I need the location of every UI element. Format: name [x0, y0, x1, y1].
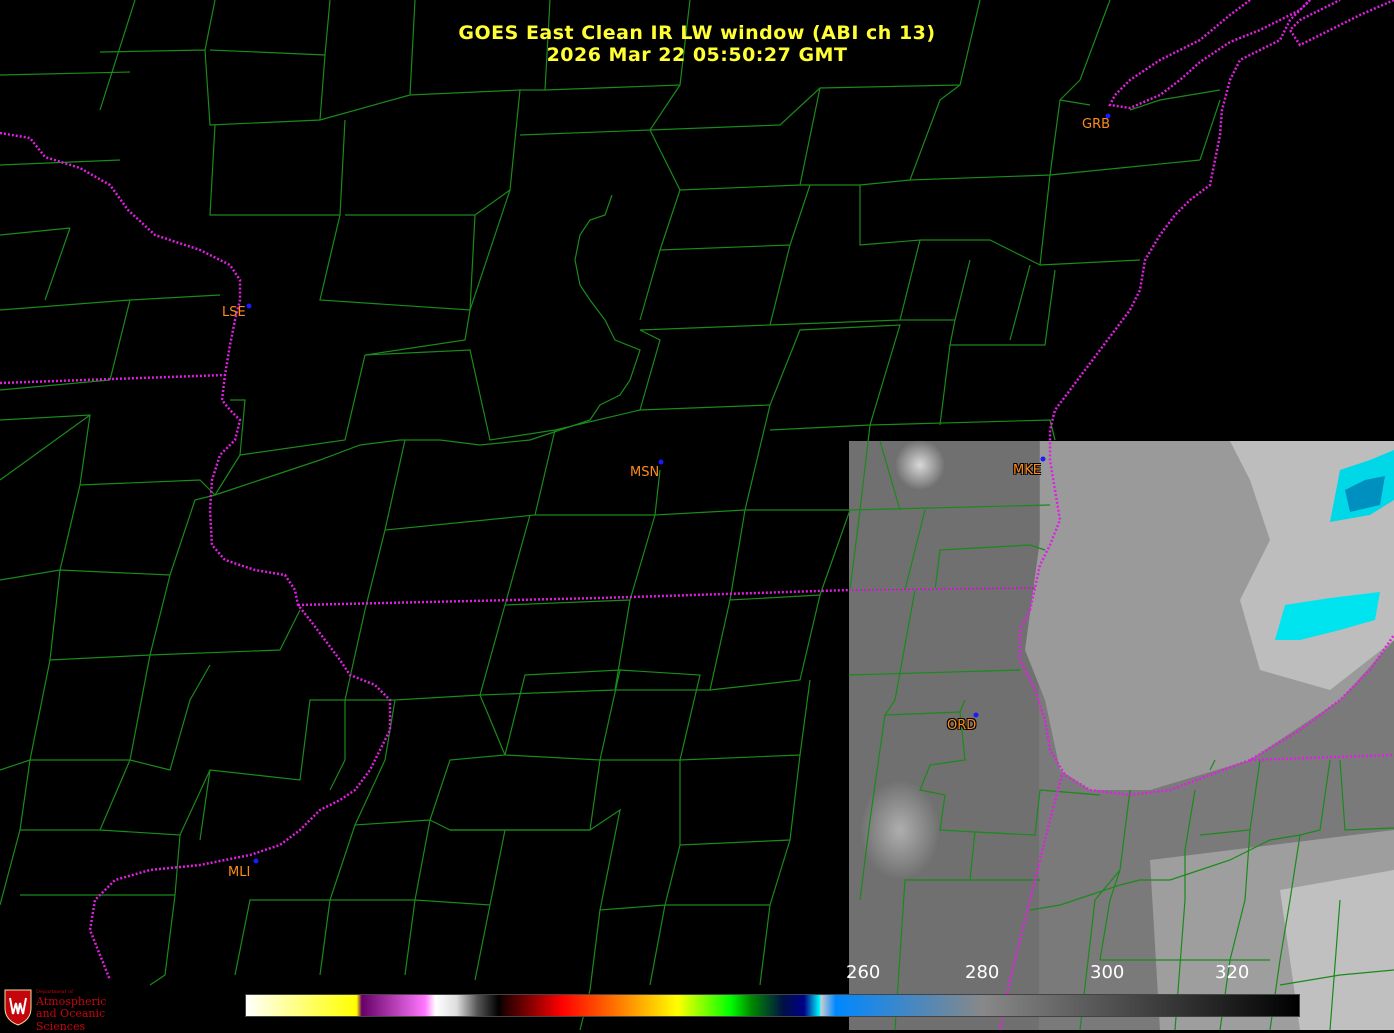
temperature-colorbar	[245, 994, 1300, 1017]
station-dot-mke	[1040, 456, 1046, 462]
station-label-mli: MLI	[228, 865, 251, 880]
station-dot-lse	[246, 303, 252, 309]
station-label-mke: MKE	[1013, 463, 1041, 478]
satellite-map	[0, 0, 1394, 1030]
colorbar-tick-260: 260	[846, 962, 881, 983]
uw-crest-icon	[4, 989, 32, 1026]
ir-imagery	[849, 440, 1394, 1030]
logo-oceanic: and Oceanic Sciences	[36, 1007, 106, 1033]
map-timestamp: 2026 Mar 22 05:50:27 GMT	[546, 44, 848, 66]
uw-aos-logo: Department of Atmospheric and Oceanic Sc…	[2, 986, 152, 1033]
map-title: GOES East Clean IR LW window (ABI ch 13)	[458, 22, 936, 44]
colorbar-tick-320: 320	[1215, 962, 1250, 983]
station-label-msn: MSN	[630, 465, 660, 480]
station-dot-mli	[253, 858, 259, 864]
station-label-ord: ORD	[947, 718, 977, 733]
colorbar-tick-280: 280	[965, 962, 1000, 983]
colorbar-tick-300: 300	[1090, 962, 1125, 983]
station-label-lse: LSE	[222, 305, 246, 320]
station-label-grb: GRB	[1082, 117, 1111, 132]
station-dot-ord	[973, 712, 979, 718]
station-dot-msn	[658, 459, 664, 465]
